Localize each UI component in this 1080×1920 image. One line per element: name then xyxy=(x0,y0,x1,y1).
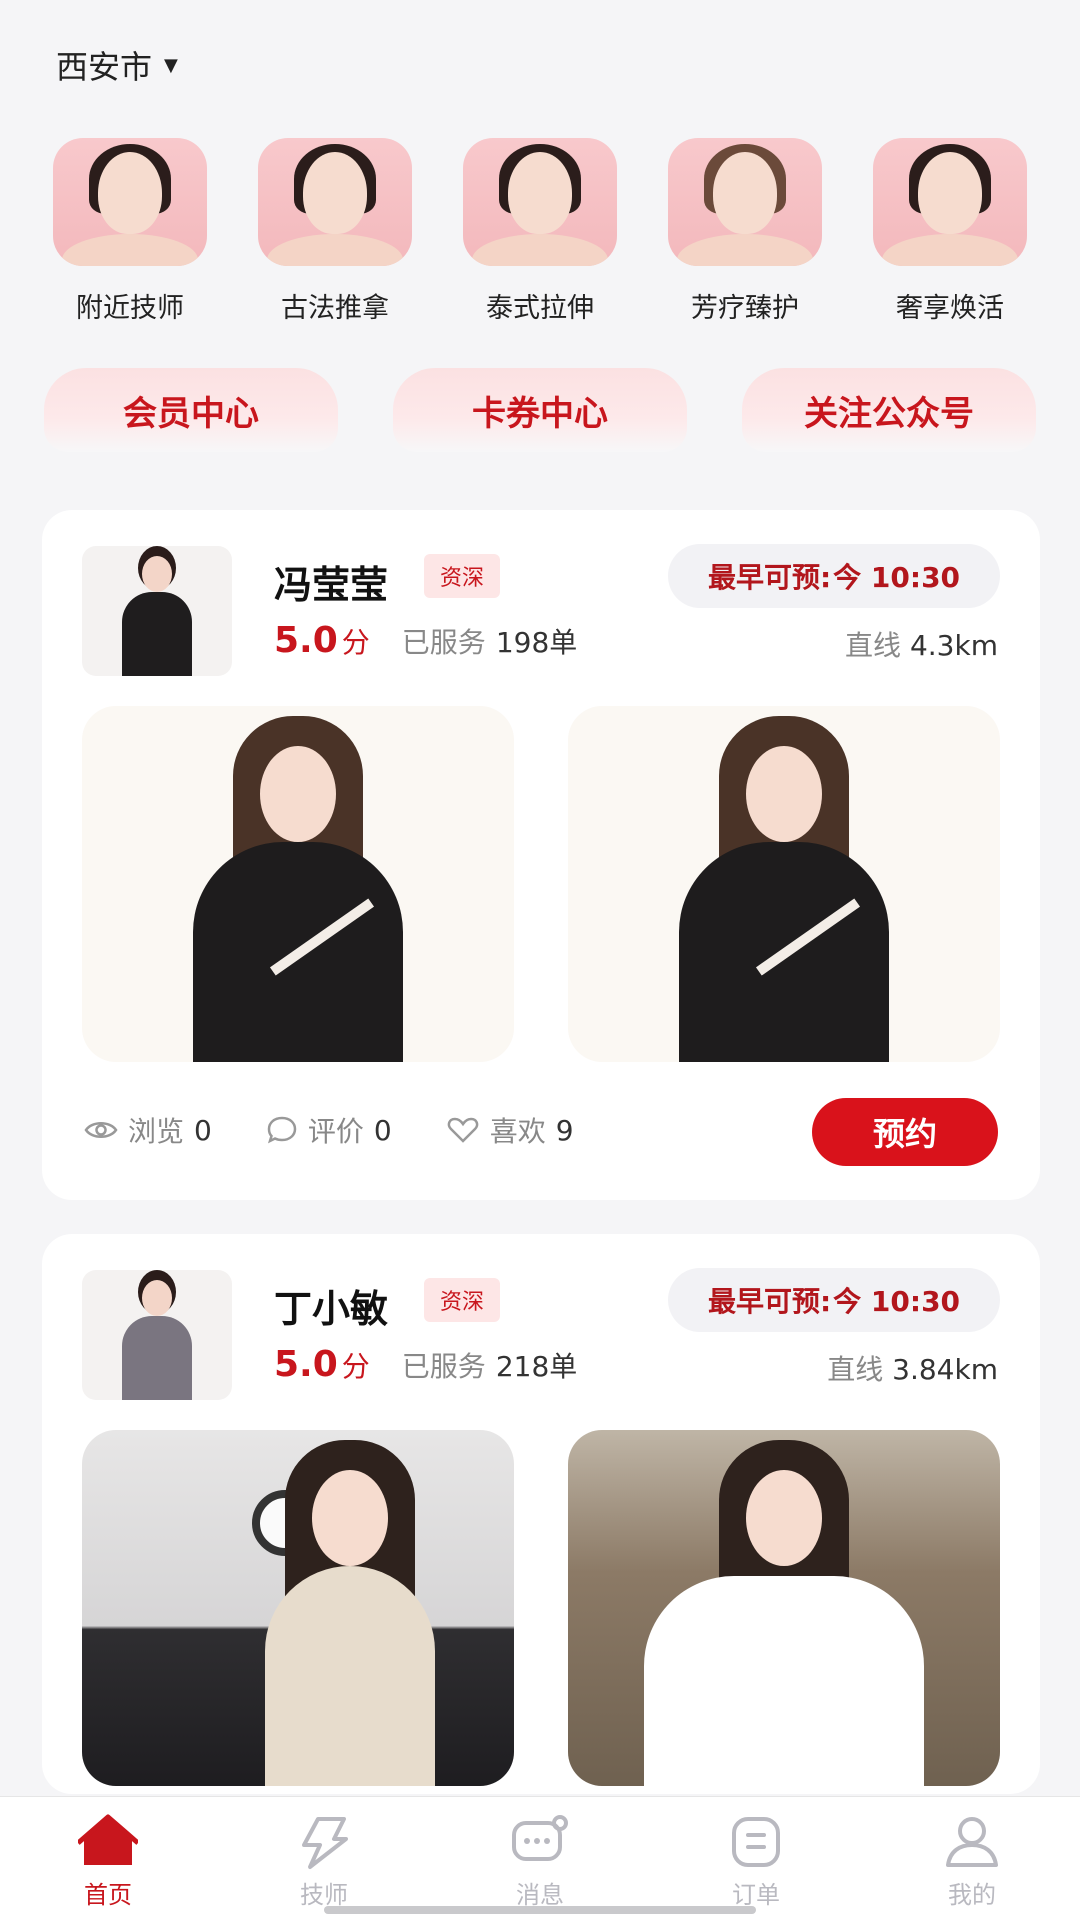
category-nearby[interactable]: 附近技师 xyxy=(52,138,208,325)
tab-messages[interactable]: 消息 xyxy=(460,1797,620,1920)
category-image xyxy=(668,138,822,266)
served-label: 已服务 xyxy=(401,626,486,659)
category-label: 奢享焕活 xyxy=(896,293,1004,324)
category-image xyxy=(258,138,412,266)
views-stat: 浏览 0 xyxy=(84,1110,212,1150)
therapist-card[interactable]: 冯莹莹 资深 最早可预: 今 10:30 5.0 分 已服务 198单 直线 4… xyxy=(42,510,1040,1200)
tab-home[interactable]: 首页 xyxy=(28,1797,188,1920)
rating-row: 5.0 分 已服务 198单 xyxy=(274,620,577,661)
order-icon xyxy=(732,1817,780,1867)
therapist-photo[interactable] xyxy=(568,1430,1000,1786)
earliest-time: 今 10:30 xyxy=(833,561,961,594)
tab-therapists[interactable]: 技师 xyxy=(244,1797,404,1920)
avatar xyxy=(82,546,232,676)
reviews-label: 评价 xyxy=(307,1115,364,1148)
rating-row: 5.0 分 已服务 218单 xyxy=(274,1344,577,1385)
tab-label: 订单 xyxy=(732,1881,780,1909)
reviews-count: 0 xyxy=(373,1113,392,1147)
category-traditional-massage[interactable]: 古法推拿 xyxy=(257,138,413,325)
earliest-booking: 最早可预: 今 10:30 xyxy=(668,544,1000,608)
distance: 直线 4.3km xyxy=(845,624,998,664)
views-count: 0 xyxy=(194,1113,212,1147)
category-thai-stretch[interactable]: 泰式拉伸 xyxy=(462,138,618,325)
bottom-tab-bar: 首页 技师 消息 订单 我的 xyxy=(0,1796,1080,1920)
message-icon xyxy=(512,1815,568,1861)
caret-down-icon: ▼ xyxy=(164,54,178,76)
distance: 直线 3.84km xyxy=(827,1348,998,1388)
score-unit: 分 xyxy=(341,1350,370,1383)
distance-value: 3.84km xyxy=(892,1353,998,1386)
distance-label: 直线 xyxy=(845,629,902,662)
category-label: 泰式拉伸 xyxy=(486,293,594,324)
book-button[interactable]: 预约 xyxy=(812,1098,998,1166)
category-luxury-revitalize[interactable]: 奢享焕活 xyxy=(872,138,1028,325)
reviews-stat: 评价 0 xyxy=(266,1110,392,1150)
tab-profile[interactable]: 我的 xyxy=(892,1797,1052,1920)
city-label: 西安市 xyxy=(56,48,153,86)
level-badge: 资深 xyxy=(424,1278,501,1322)
follow-account-button[interactable]: 关注公众号 xyxy=(742,368,1036,452)
likes-label: 喜欢 xyxy=(489,1115,546,1148)
tab-label: 消息 xyxy=(516,1881,564,1909)
comment-icon xyxy=(267,1116,297,1144)
likes-count: 9 xyxy=(555,1113,574,1147)
distance-value: 4.3km xyxy=(909,629,998,662)
therapist-photo[interactable] xyxy=(568,706,1000,1062)
photo-gallery xyxy=(82,1430,1000,1786)
category-label: 芳疗臻护 xyxy=(691,293,799,324)
category-row: 附近技师 古法推拿 泰式拉伸 芳疗臻护 奢享焕活 xyxy=(52,138,1028,325)
member-center-button[interactable]: 会员中心 xyxy=(44,368,338,452)
home-icon xyxy=(78,1814,138,1865)
category-image xyxy=(53,138,207,266)
photo-gallery xyxy=(82,706,1000,1062)
heart-icon xyxy=(447,1117,479,1143)
stats-row: 浏览 0 评价 0 喜欢 9 xyxy=(84,1110,574,1150)
tab-orders[interactable]: 订单 xyxy=(676,1797,836,1920)
therapist-card[interactable]: 丁小敏 资深 最早可预: 今 10:30 5.0 分 已服务 218单 直线 3… xyxy=(42,1234,1040,1794)
score: 5.0 xyxy=(274,1344,338,1385)
served-label: 已服务 xyxy=(401,1350,486,1383)
earliest-booking: 最早可预: 今 10:30 xyxy=(668,1268,1000,1332)
location-selector[interactable]: 西安市 ▼ xyxy=(56,42,178,88)
tab-label: 首页 xyxy=(84,1881,132,1909)
tab-label: 我的 xyxy=(948,1881,996,1909)
earliest-label: 最早可预: xyxy=(707,1285,832,1318)
quick-links: 会员中心 卡券中心 关注公众号 xyxy=(44,368,1036,452)
category-aromatherapy[interactable]: 芳疗臻护 xyxy=(667,138,823,325)
home-indicator xyxy=(324,1906,756,1914)
distance-label: 直线 xyxy=(827,1353,884,1386)
category-label: 附近技师 xyxy=(76,293,184,324)
therapist-photo[interactable] xyxy=(82,1430,514,1786)
earliest-time: 今 10:30 xyxy=(833,1285,961,1318)
eye-icon xyxy=(84,1122,118,1138)
likes-stat[interactable]: 喜欢 9 xyxy=(446,1110,574,1150)
category-image xyxy=(873,138,1027,266)
profile-icon xyxy=(946,1817,998,1867)
avatar xyxy=(82,1270,232,1400)
coupon-center-button[interactable]: 卡券中心 xyxy=(393,368,687,452)
score-unit: 分 xyxy=(341,626,370,659)
tab-label: 技师 xyxy=(300,1881,348,1909)
level-badge: 资深 xyxy=(424,554,501,598)
served-count: 218单 xyxy=(495,1350,578,1383)
therapist-name: 冯莹莹 xyxy=(274,563,389,607)
therapist-photo[interactable] xyxy=(82,706,514,1062)
earliest-label: 最早可预: xyxy=(707,561,832,594)
lightning-icon xyxy=(302,1817,348,1869)
category-label: 古法推拿 xyxy=(281,293,389,324)
views-label: 浏览 xyxy=(128,1115,185,1148)
score: 5.0 xyxy=(274,620,338,661)
therapist-name: 丁小敏 xyxy=(274,1287,389,1331)
category-image xyxy=(463,138,617,266)
served-count: 198单 xyxy=(495,626,578,659)
